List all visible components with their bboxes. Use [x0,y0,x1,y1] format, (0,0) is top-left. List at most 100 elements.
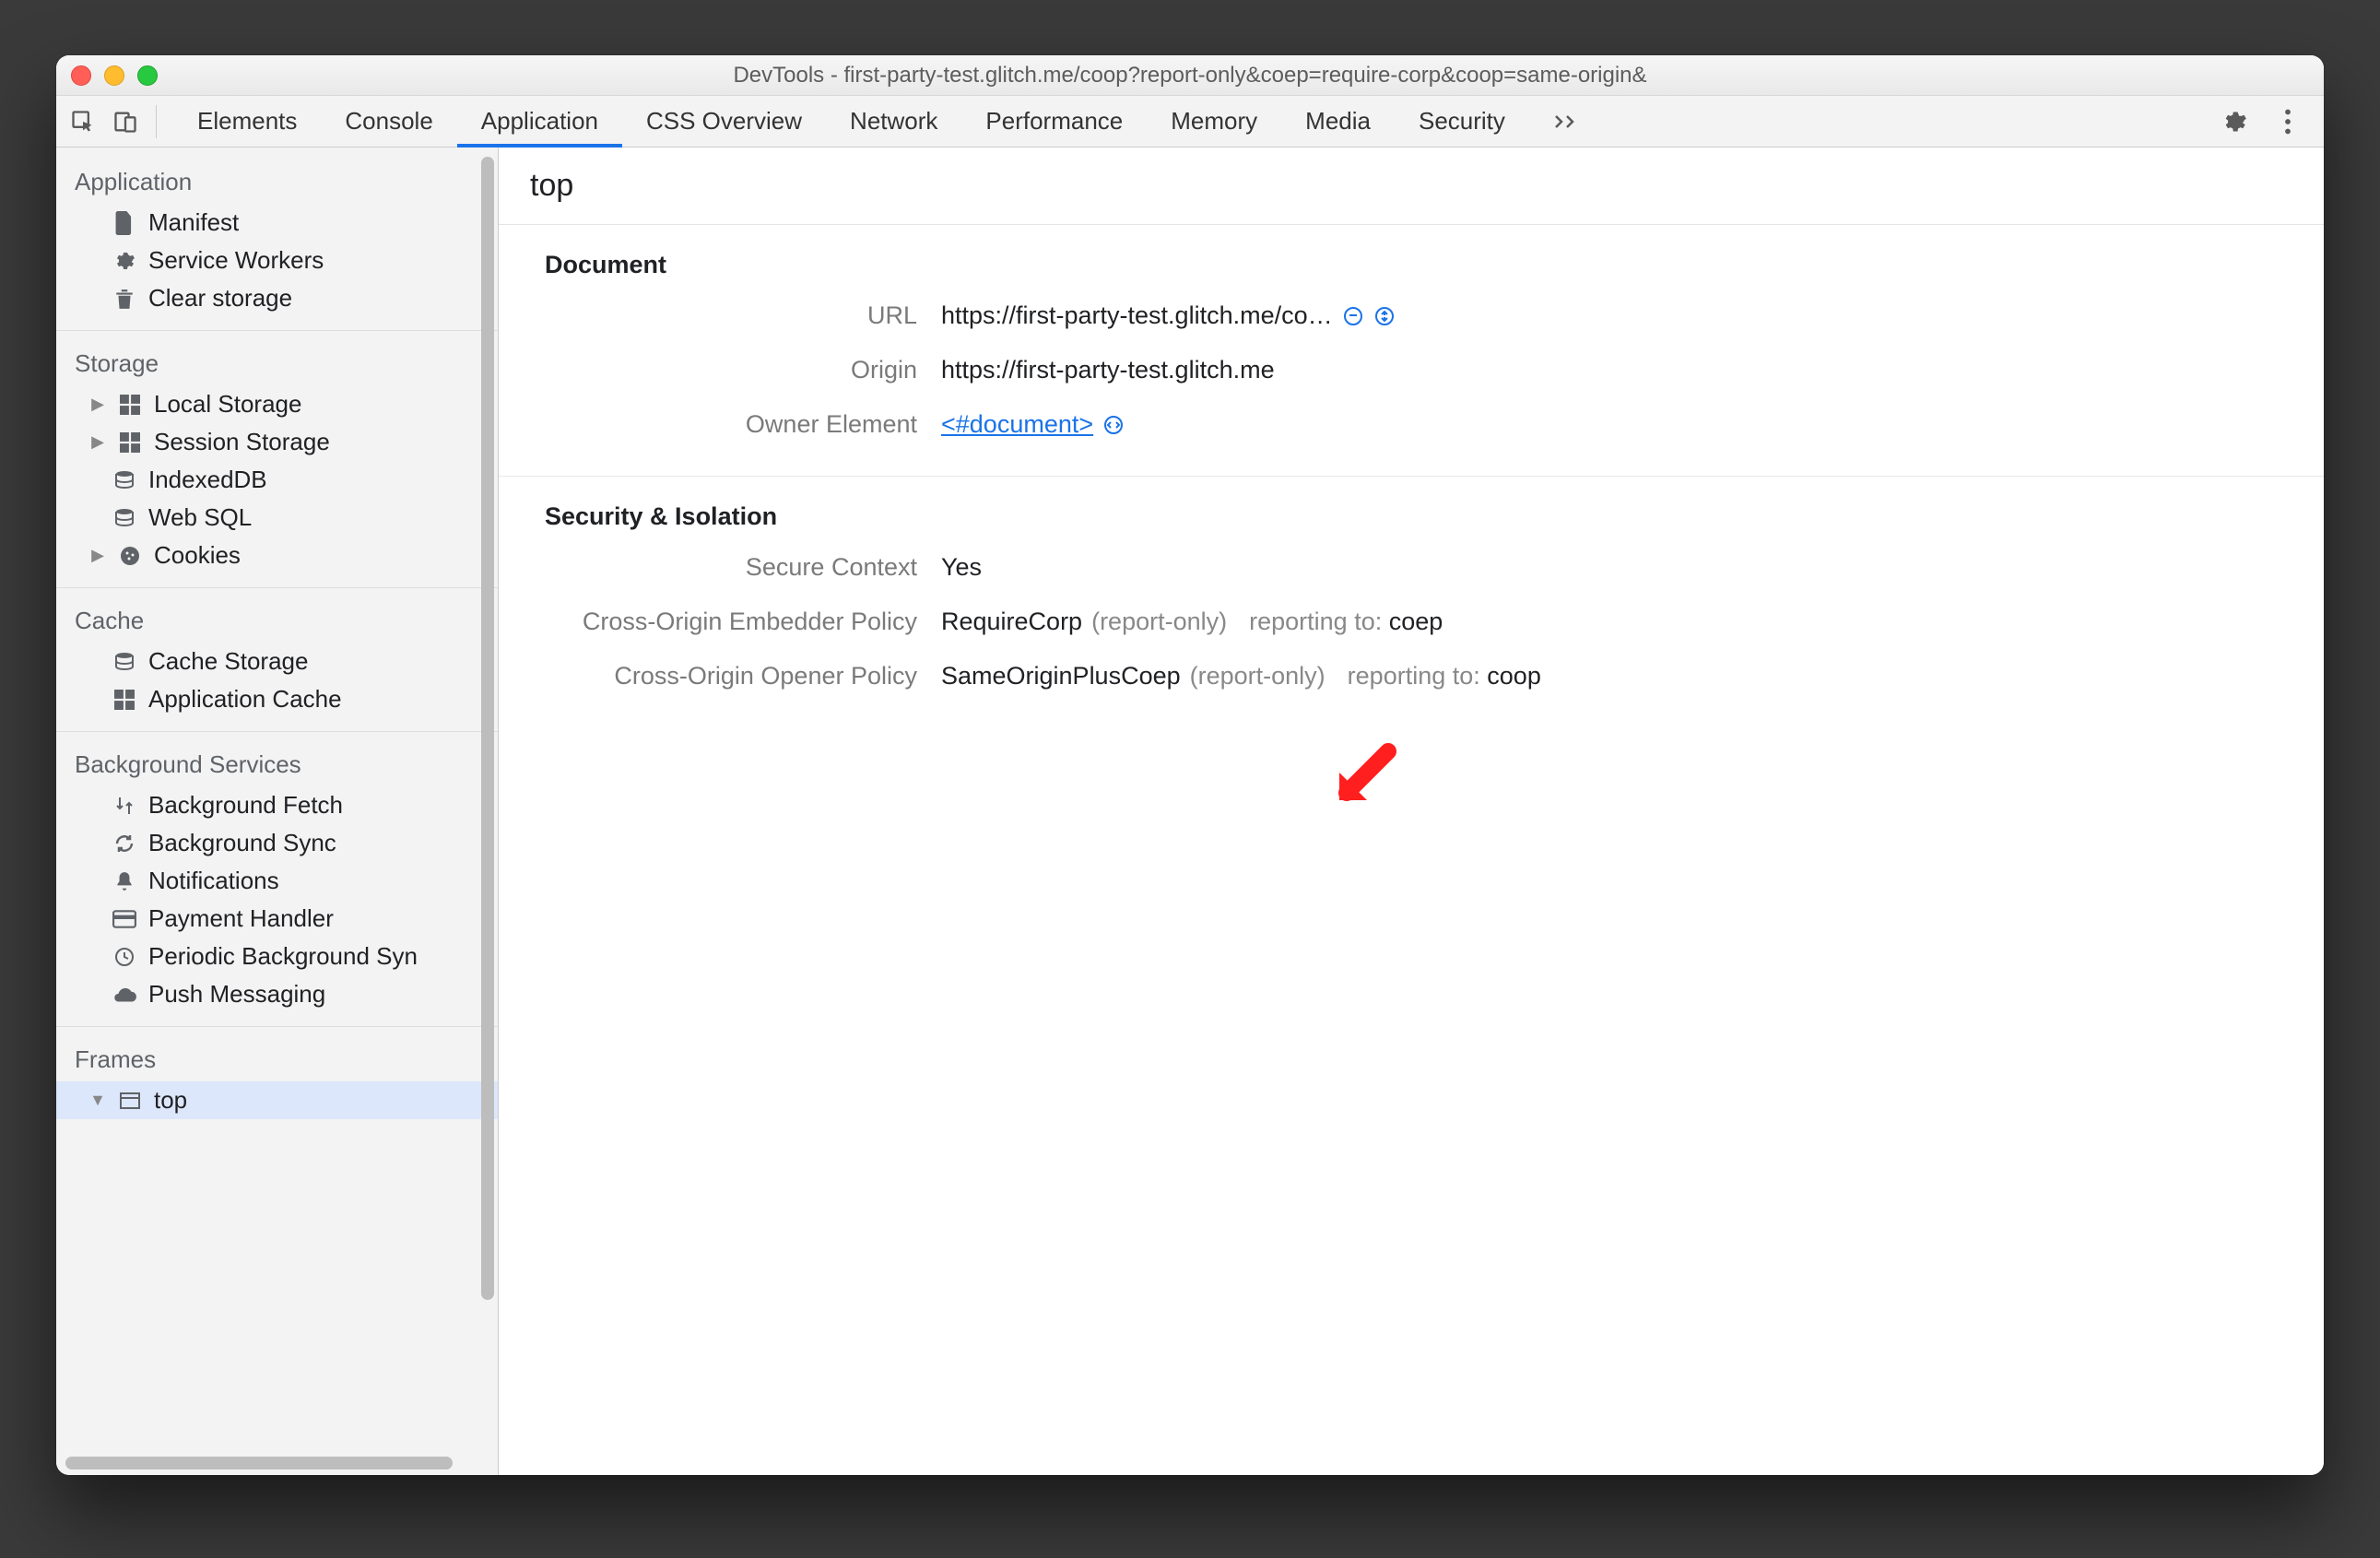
row-coep: Cross-Origin Embedder Policy RequireCorp… [545,608,2278,636]
coop-reporting-value: coop [1487,662,1541,690]
sidebar-item-session-storage[interactable]: ▶ Session Storage [56,423,498,461]
tab-memory[interactable]: Memory [1147,96,1281,147]
row-secure-context: Secure Context Yes [545,553,2278,582]
sidebar-label: Notifications [148,867,279,895]
clock-icon [112,944,137,970]
grid-icon [112,687,137,713]
sidebar-item-payment-handler[interactable]: Payment Handler [56,900,498,938]
annotation-arrow-icon [1328,738,1402,811]
sidebar-label: Session Storage [154,428,330,456]
tab-media[interactable]: Media [1281,96,1395,147]
origin-label: Origin [545,356,941,384]
sidebar-vertical-scrollbar[interactable] [481,157,494,1300]
sidebar-label: Web SQL [148,503,252,532]
sidebar-item-frame-top[interactable]: ▼ top [56,1081,498,1119]
grid-icon [117,392,143,418]
coop-value: SameOriginPlusCoep [941,662,1181,690]
coep-mode: (report-only) [1091,608,1227,636]
tab-overflow[interactable] [1529,96,1605,147]
kebab-menu-icon[interactable] [2274,108,2302,136]
sidebar-label: Periodic Background Syn [148,942,418,971]
sidebar-label: Application Cache [148,685,342,714]
sidebar-label: top [154,1086,187,1115]
cookie-icon [117,543,143,569]
owner-element-link[interactable]: <#document> [941,410,1093,439]
tab-application[interactable]: Application [457,96,622,147]
reveal-in-elements-icon[interactable] [1102,414,1125,436]
sidebar-label: Payment Handler [148,904,334,933]
frame-heading: top [499,148,2324,225]
gear-icon [112,248,137,274]
tab-performance[interactable]: Performance [961,96,1147,147]
disclosure-triangle-icon[interactable]: ▶ [89,395,106,414]
row-owner-element: Owner Element <#document> [545,410,2278,439]
section-background-services-title: Background Services [56,741,498,786]
tab-css-overview[interactable]: CSS Overview [622,96,826,147]
origin-value: https://first-party-test.glitch.me [941,356,1275,384]
sidebar-item-periodic-sync[interactable]: Periodic Background Syn [56,938,498,975]
url-label: URL [545,301,941,330]
sync-icon [112,831,137,856]
tab-network[interactable]: Network [826,96,961,147]
device-toggle-icon[interactable] [112,108,139,136]
sidebar-label: Push Messaging [148,980,325,1009]
disclosure-triangle-icon[interactable]: ▼ [89,1091,106,1110]
document-panel: Document URL https://first-party-test.gl… [499,225,2324,477]
toolbar-divider [156,105,157,138]
tab-security[interactable]: Security [1395,96,1529,147]
tab-elements[interactable]: Elements [173,96,321,147]
sidebar-label: Manifest [148,208,239,237]
sidebar-item-cookies[interactable]: ▶ Cookies [56,537,498,574]
window-title: DevTools - first-party-test.glitch.me/co… [56,63,2324,89]
reveal-in-network-icon[interactable] [1373,305,1396,327]
application-sidebar: Application Manifest Service Workers Cle… [56,148,499,1475]
coep-reporting-value: coep [1389,608,1443,635]
tab-console[interactable]: Console [321,96,456,147]
sidebar-label: Local Storage [154,390,301,419]
inspect-element-icon[interactable] [69,108,97,136]
sidebar-horizontal-scrollbar[interactable] [65,1457,453,1469]
bell-icon [112,868,137,894]
minimize-window-button[interactable] [104,65,124,86]
sidebar-item-local-storage[interactable]: ▶ Local Storage [56,385,498,423]
traffic-lights [71,65,158,86]
panel-tabs: Elements Console Application CSS Overvie… [173,96,1605,147]
disclosure-triangle-icon[interactable]: ▶ [89,546,106,565]
sidebar-item-cache-storage[interactable]: Cache Storage [56,643,498,680]
sidebar-label: Background Fetch [148,791,343,820]
section-storage-title: Storage [56,340,498,385]
section-frames-title: Frames [56,1036,498,1081]
row-url: URL https://first-party-test.glitch.me/c… [545,301,2278,330]
titlebar: DevTools - first-party-test.glitch.me/co… [56,55,2324,96]
sidebar-item-background-fetch[interactable]: Background Fetch [56,786,498,824]
sidebar-item-service-workers[interactable]: Service Workers [56,242,498,279]
sidebar-item-application-cache[interactable]: Application Cache [56,680,498,718]
sidebar-item-background-sync[interactable]: Background Sync [56,824,498,862]
sidebar-item-websql[interactable]: Web SQL [56,499,498,537]
secure-context-label: Secure Context [545,553,941,582]
sidebar-item-push-messaging[interactable]: Push Messaging [56,975,498,1013]
settings-icon[interactable] [2221,108,2248,136]
sidebar-item-notifications[interactable]: Notifications [56,862,498,900]
section-cache-title: Cache [56,597,498,643]
row-coop: Cross-Origin Opener Policy SameOriginPlu… [545,662,2278,690]
copy-icon[interactable] [1342,305,1364,327]
security-isolation-panel: Security & Isolation Secure Context Yes … [499,477,2324,727]
card-icon [112,906,137,932]
sidebar-item-clear-storage[interactable]: Clear storage [56,279,498,317]
application-main-pane: top Document URL https://first-party-tes… [499,148,2324,1475]
coop-reporting: reporting to: coop [1348,662,1541,690]
document-section-title: Document [545,251,2278,279]
section-application-title: Application [56,159,498,204]
disclosure-triangle-icon[interactable]: ▶ [89,432,106,452]
devtools-window: DevTools - first-party-test.glitch.me/co… [56,55,2324,1475]
coop-label: Cross-Origin Opener Policy [545,662,941,690]
zoom-window-button[interactable] [137,65,158,86]
coop-mode: (report-only) [1190,662,1325,690]
close-window-button[interactable] [71,65,91,86]
frame-icon [117,1088,143,1114]
sidebar-item-indexeddb[interactable]: IndexedDB [56,461,498,499]
updown-icon [112,793,137,819]
sidebar-item-manifest[interactable]: Manifest [56,204,498,242]
security-section-title: Security & Isolation [545,502,2278,531]
